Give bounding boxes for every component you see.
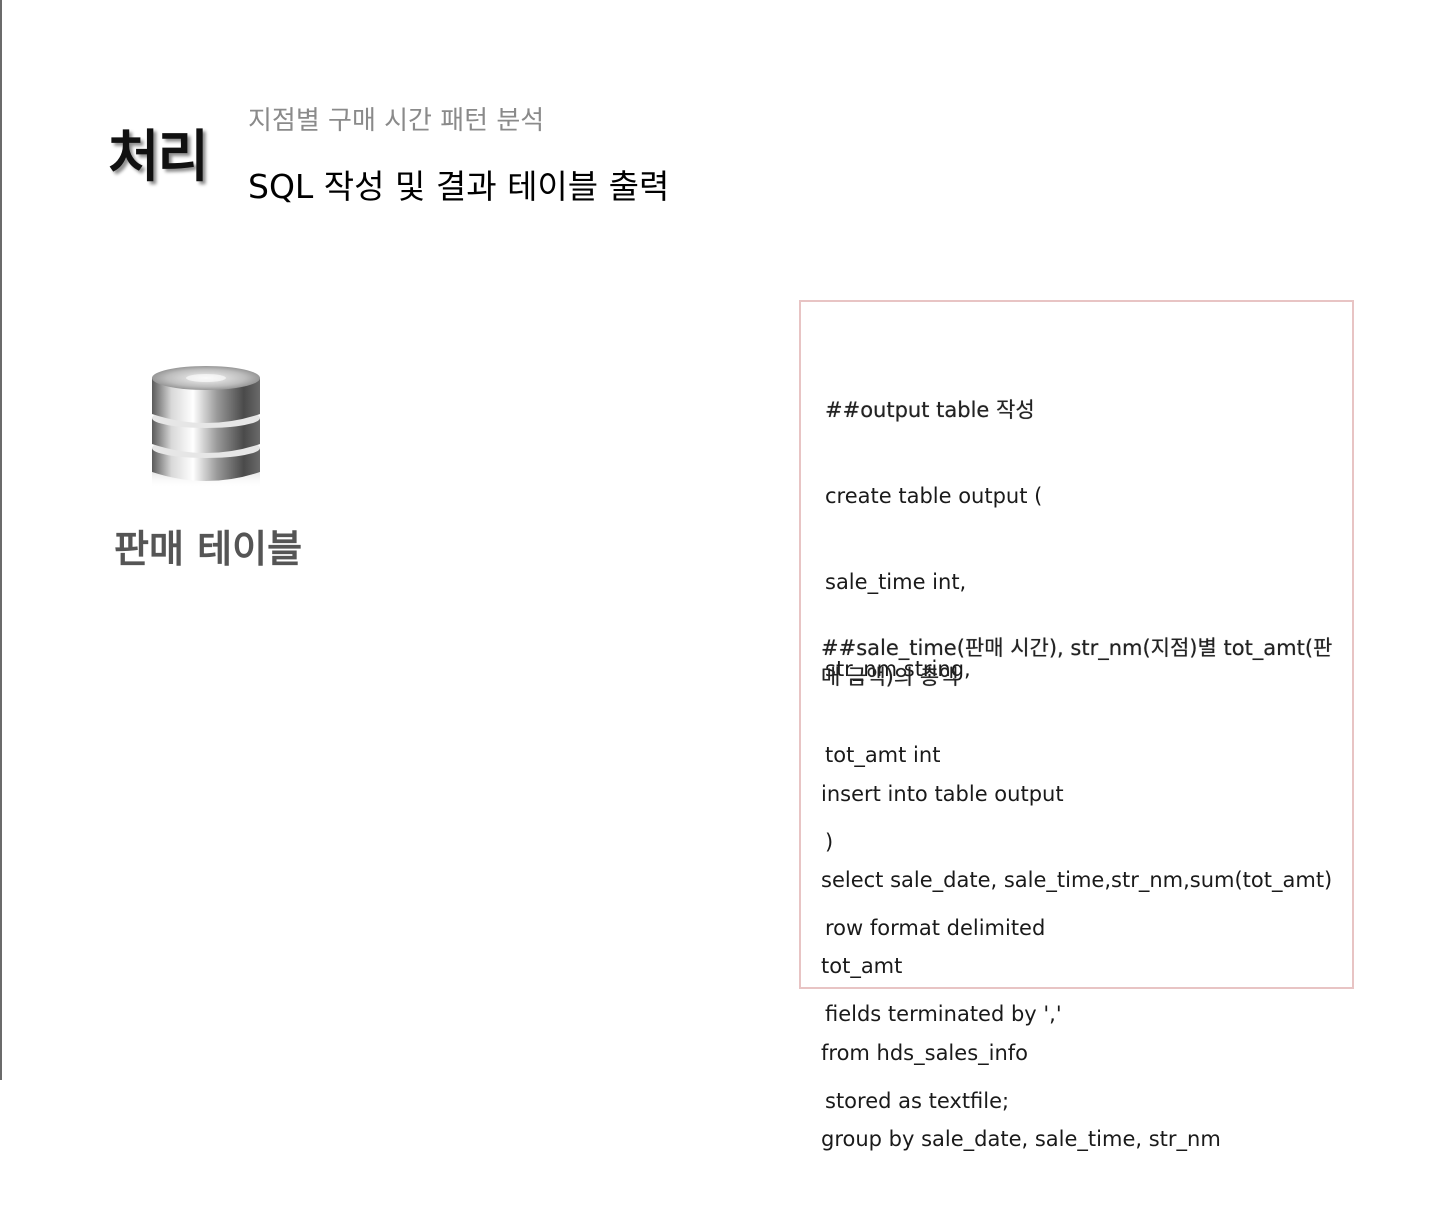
- code-line: tot_amt: [821, 954, 903, 979]
- section-title: 처리: [108, 125, 209, 190]
- code-line: insert into table output: [821, 781, 1064, 806]
- insert-query-block: insert into table output select sale_dat…: [821, 722, 1332, 1212]
- aggregation-comment: ##sale_time(판매 시간), str_nm(지점)별 tot_amt(…: [821, 636, 1333, 689]
- left-edge-line: [0, 0, 2, 1080]
- code-line: create table output (: [825, 483, 1043, 508]
- code-line: from hds_sales_info: [821, 1040, 1029, 1065]
- code-comment: ##output table 작성: [825, 397, 1035, 422]
- code-line: sale_time int,: [825, 570, 967, 595]
- code-line: select sale_date, sale_time,str_nm,sum(t…: [821, 867, 1333, 892]
- slide: 처리 지점별 구매 시간 패턴 분석 SQL 작성 및 결과 테이블 출력 판매…: [0, 0, 1440, 1151]
- subtitle: 지점별 구매 시간 패턴 분석: [248, 106, 545, 136]
- sales-table-label: 판매 테이블: [114, 527, 303, 571]
- page-heading: SQL 작성 및 결과 테이블 출력: [248, 167, 670, 206]
- sql-code-box: ##output table 작성 create table output ( …: [799, 300, 1354, 1151]
- database-icon: [152, 366, 260, 488]
- code-line: group by sale_date, sale_time, str_nm: [821, 1127, 1221, 1152]
